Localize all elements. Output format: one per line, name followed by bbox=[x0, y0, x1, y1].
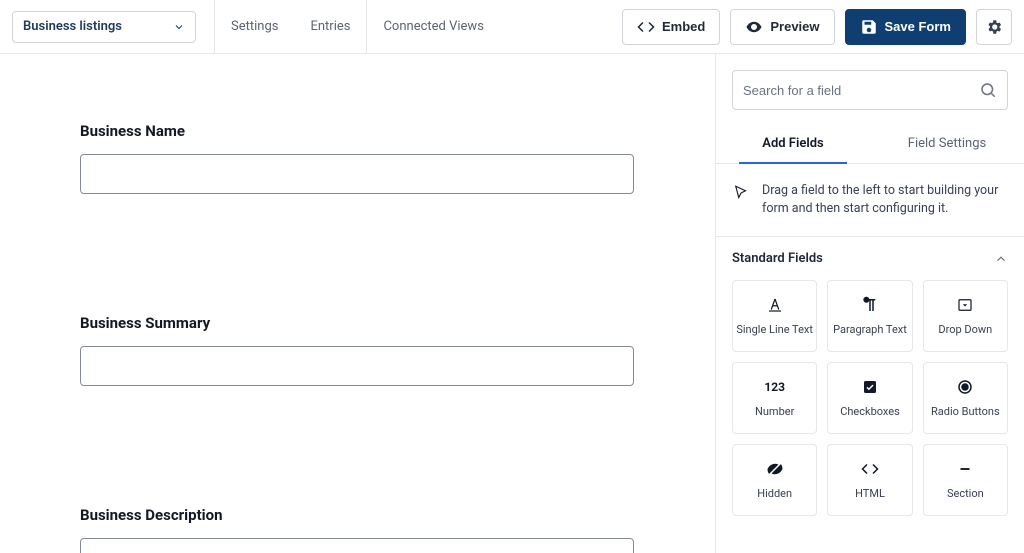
checkbox-icon bbox=[861, 378, 879, 396]
preview-button[interactable]: Preview bbox=[730, 9, 834, 45]
gear-icon bbox=[985, 18, 1003, 36]
field-business-description[interactable]: Business Description bbox=[80, 506, 634, 553]
tile-hidden[interactable]: Hidden bbox=[732, 444, 817, 516]
form-settings-gear-button[interactable] bbox=[976, 9, 1012, 45]
tile-label: Section bbox=[947, 487, 984, 500]
field-label: Business Description bbox=[80, 506, 634, 524]
chevron-up-icon bbox=[994, 252, 1008, 266]
tile-label: Radio Buttons bbox=[931, 405, 1000, 418]
tile-label: Hidden bbox=[757, 487, 792, 500]
tile-single-line-text[interactable]: Single Line Text bbox=[732, 280, 817, 352]
standard-fields-tiles: Single Line Text Paragraph Text Drop Dow… bbox=[716, 280, 1024, 532]
tab-field-settings[interactable]: Field Settings bbox=[870, 124, 1024, 163]
eye-icon bbox=[745, 18, 763, 36]
form-selector-label: Business listings bbox=[23, 19, 122, 34]
tile-html[interactable]: HTML bbox=[827, 444, 912, 516]
field-search-input[interactable] bbox=[743, 83, 979, 98]
dropdown-icon bbox=[956, 296, 974, 314]
tile-label: Number bbox=[755, 405, 794, 418]
preview-label: Preview bbox=[770, 19, 819, 34]
field-search[interactable] bbox=[732, 70, 1008, 110]
tile-label: Drop Down bbox=[938, 323, 992, 336]
search-icon bbox=[979, 81, 997, 99]
tile-drop-down[interactable]: Drop Down bbox=[923, 280, 1008, 352]
tile-radio-buttons[interactable]: Radio Buttons bbox=[923, 362, 1008, 434]
save-form-label: Save Form bbox=[885, 19, 951, 34]
business-name-input[interactable] bbox=[80, 154, 634, 194]
field-business-name[interactable]: Business Name bbox=[80, 122, 634, 194]
section-standard-fields-header[interactable]: Standard Fields bbox=[716, 237, 1024, 280]
section-title: Standard Fields bbox=[732, 251, 823, 266]
field-label: Business Name bbox=[80, 122, 634, 140]
code-icon bbox=[861, 460, 879, 478]
paragraph-icon bbox=[861, 296, 879, 314]
save-form-button[interactable]: Save Form bbox=[845, 9, 966, 45]
field-label: Business Summary bbox=[80, 314, 634, 332]
nav-settings[interactable]: Settings bbox=[215, 0, 294, 54]
toolbar: Business listings Settings Entries Conne… bbox=[0, 0, 1024, 54]
sidebar-hint: Drag a field to the left to start buildi… bbox=[716, 164, 1024, 237]
tile-label: HTML bbox=[855, 487, 885, 500]
nav-entries[interactable]: Entries bbox=[294, 0, 366, 54]
embed-button[interactable]: Embed bbox=[622, 9, 720, 45]
business-summary-input[interactable] bbox=[80, 346, 634, 386]
nav-connected-views[interactable]: Connected Views bbox=[367, 0, 499, 54]
tile-section[interactable]: Section bbox=[923, 444, 1008, 516]
minus-icon bbox=[956, 460, 974, 478]
cursor-icon bbox=[732, 184, 750, 202]
code-icon bbox=[637, 18, 655, 36]
sidebar-hint-text: Drag a field to the left to start buildi… bbox=[762, 182, 1008, 218]
tile-label: Paragraph Text bbox=[833, 323, 907, 336]
sidebar: Add Fields Field Settings Drag a field t… bbox=[716, 54, 1024, 553]
tile-number[interactable]: 123 Number bbox=[732, 362, 817, 434]
tile-paragraph-text[interactable]: Paragraph Text bbox=[827, 280, 912, 352]
tile-checkboxes[interactable]: Checkboxes bbox=[827, 362, 912, 434]
eye-off-icon bbox=[766, 460, 784, 478]
number-icon: 123 bbox=[766, 378, 784, 396]
business-description-textarea[interactable] bbox=[80, 538, 634, 553]
embed-label: Embed bbox=[662, 19, 705, 34]
form-selector-dropdown[interactable]: Business listings bbox=[12, 11, 196, 43]
radio-icon bbox=[956, 378, 974, 396]
tile-label: Single Line Text bbox=[736, 323, 813, 336]
sidebar-tabs: Add Fields Field Settings bbox=[716, 124, 1024, 164]
field-business-summary[interactable]: Business Summary bbox=[80, 314, 634, 386]
tile-label: Checkboxes bbox=[840, 405, 900, 418]
form-canvas[interactable]: Business Name Business Summary Business … bbox=[0, 54, 716, 553]
save-icon bbox=[860, 18, 878, 36]
chevron-down-icon bbox=[173, 21, 185, 33]
text-icon bbox=[766, 296, 784, 314]
tab-add-fields[interactable]: Add Fields bbox=[716, 124, 870, 163]
